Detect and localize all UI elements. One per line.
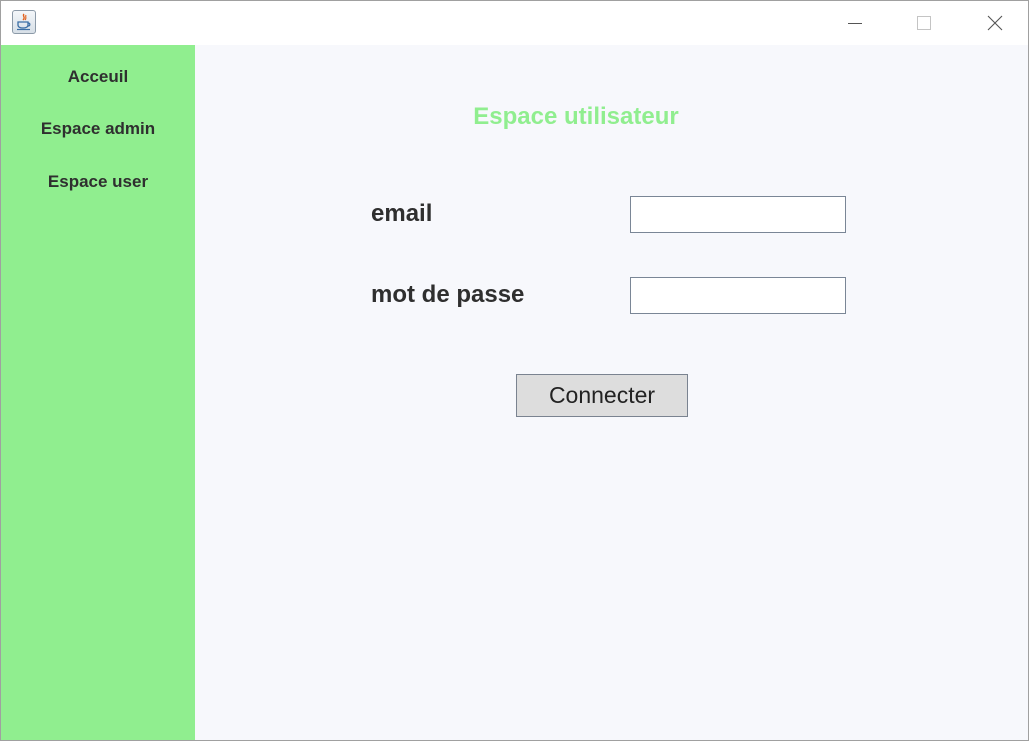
email-label: email xyxy=(371,200,433,227)
application-window: Acceuil Espace admin Espace user Espace … xyxy=(0,0,1029,741)
maximize-icon xyxy=(917,16,931,30)
close-icon xyxy=(987,15,1003,31)
connect-button[interactable]: Connecter xyxy=(516,374,688,417)
close-button[interactable] xyxy=(972,1,1018,45)
minimize-icon xyxy=(848,23,862,24)
sidebar: Acceuil Espace admin Espace user xyxy=(1,45,195,740)
java-coffee-cup-icon[interactable] xyxy=(12,10,36,34)
sidebar-item-espace-admin[interactable]: Espace admin xyxy=(1,118,195,140)
sidebar-item-espace-user[interactable]: Espace user xyxy=(1,171,195,193)
password-label: mot de passe xyxy=(371,281,525,308)
page-title: Espace utilisateur xyxy=(473,103,679,130)
email-field[interactable] xyxy=(630,196,846,233)
title-bar[interactable] xyxy=(1,1,1028,45)
main-panel: Espace utilisateur email mot de passe Co… xyxy=(195,45,1028,740)
password-field[interactable] xyxy=(630,277,846,314)
sidebar-item-acceuil[interactable]: Acceuil xyxy=(1,66,195,88)
minimize-button[interactable] xyxy=(832,1,878,45)
maximize-button[interactable] xyxy=(901,1,947,45)
